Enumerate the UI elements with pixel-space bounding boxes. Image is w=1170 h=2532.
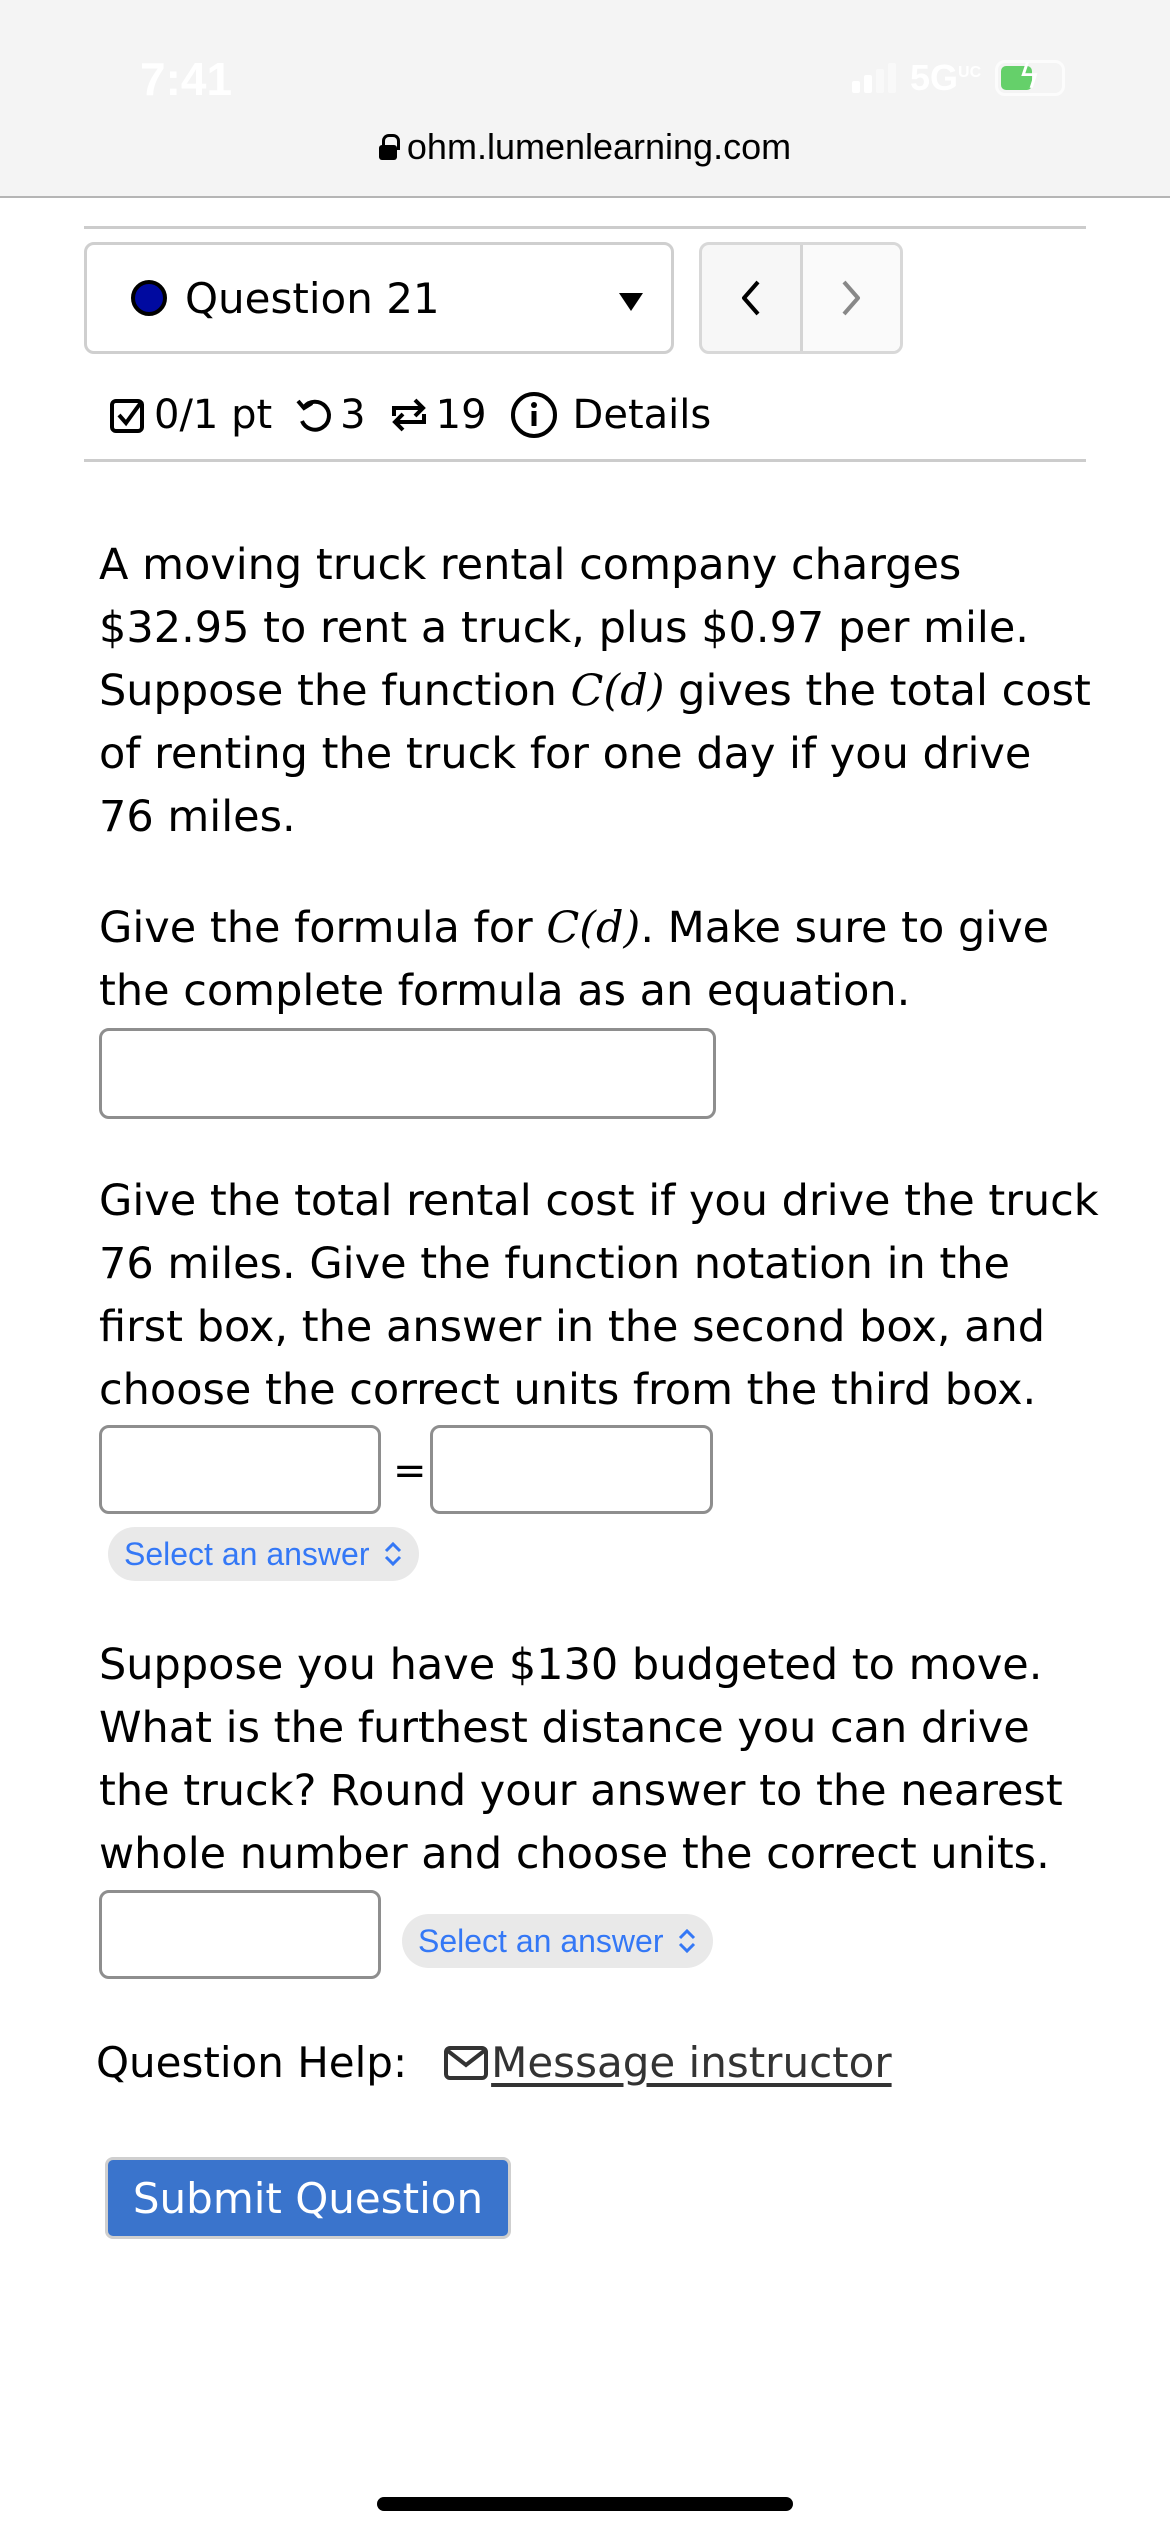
question-meta: 0/1 pt 3 19 Details (108, 385, 733, 445)
part2-prompt: Give the total rental cost if you drive … (99, 1176, 1099, 1415)
home-indicator[interactable] (377, 2497, 793, 2511)
function-notation-input[interactable] (99, 1425, 381, 1514)
question-help-label: Question Help: (96, 2038, 408, 2087)
question-intro: A moving truck rental company charges $3… (99, 534, 1099, 849)
question-select-label: Question 21 (185, 273, 440, 323)
top-divider (84, 226, 1086, 229)
url-text: ohm.lumenlearning.com (406, 126, 792, 167)
caret-down-icon (619, 293, 643, 311)
attempts-count: 3 (340, 392, 366, 438)
submit-question-button[interactable]: Submit Question (105, 2157, 511, 2239)
chevron-right-icon (842, 280, 861, 316)
details-link[interactable]: Details (573, 392, 712, 438)
versions-count: 19 (435, 392, 487, 438)
next-question-button[interactable] (802, 245, 900, 351)
question-select[interactable]: Question 21 (84, 242, 674, 354)
browser-top-bar: 7:41 5GUC ϟ ohm.lumenlearning.com (0, 0, 1170, 198)
question-pager (699, 242, 903, 354)
retry-icon (294, 395, 334, 435)
message-instructor-link[interactable]: Message instructor (443, 2038, 892, 2087)
question-help: Question Help: Message instructor (96, 2038, 892, 2087)
cellular-signal-icon (852, 63, 896, 93)
up-down-chevron-icon (383, 1541, 403, 1567)
formula-input[interactable] (99, 1028, 716, 1119)
distance-units-select[interactable]: Select an answer (402, 1914, 714, 1968)
network-label: 5G (910, 57, 959, 98)
status-indicators: 5GUC ϟ (852, 57, 1066, 99)
battery-icon: ϟ (995, 57, 1066, 97)
meta-divider (84, 459, 1086, 462)
equals-sign: = (393, 1448, 427, 1494)
cost-units-select-label: Select an answer (124, 1535, 370, 1572)
chevron-left-icon (741, 280, 760, 316)
address-bar[interactable]: ohm.lumenlearning.com (0, 126, 1170, 168)
math-cd: C(d) (546, 903, 641, 953)
network-type: 5GUC (910, 57, 981, 99)
score-text: 0/1 pt (154, 392, 273, 438)
cost-units-select[interactable]: Select an answer (108, 1527, 420, 1581)
up-down-chevron-icon (677, 1928, 697, 1954)
previous-question-button[interactable] (702, 245, 803, 351)
part1-text-1: Give the formula for (99, 903, 547, 953)
distance-units-select-label: Select an answer (418, 1922, 664, 1959)
total-cost-input[interactable] (430, 1425, 713, 1514)
part1-prompt: Give the formula for C(d). Make sure to … (99, 897, 1099, 1023)
envelope-icon (444, 2045, 489, 2080)
versions-swap-icon (388, 394, 430, 436)
part3-prompt: Suppose you have $130 budgeted to move. … (99, 1640, 1063, 1879)
message-instructor-text: Message instructor (491, 2038, 892, 2087)
info-icon[interactable] (509, 390, 559, 440)
charging-bolt-icon: ϟ (1018, 57, 1041, 97)
status-time: 7:41 (140, 53, 233, 105)
math-cd: C(d) (570, 666, 665, 716)
question-status-dot-icon (131, 280, 167, 316)
lock-icon (378, 134, 400, 160)
network-badge: UC (958, 64, 982, 81)
checkbox-score-icon (108, 395, 148, 435)
distance-input[interactable] (99, 1890, 381, 1979)
